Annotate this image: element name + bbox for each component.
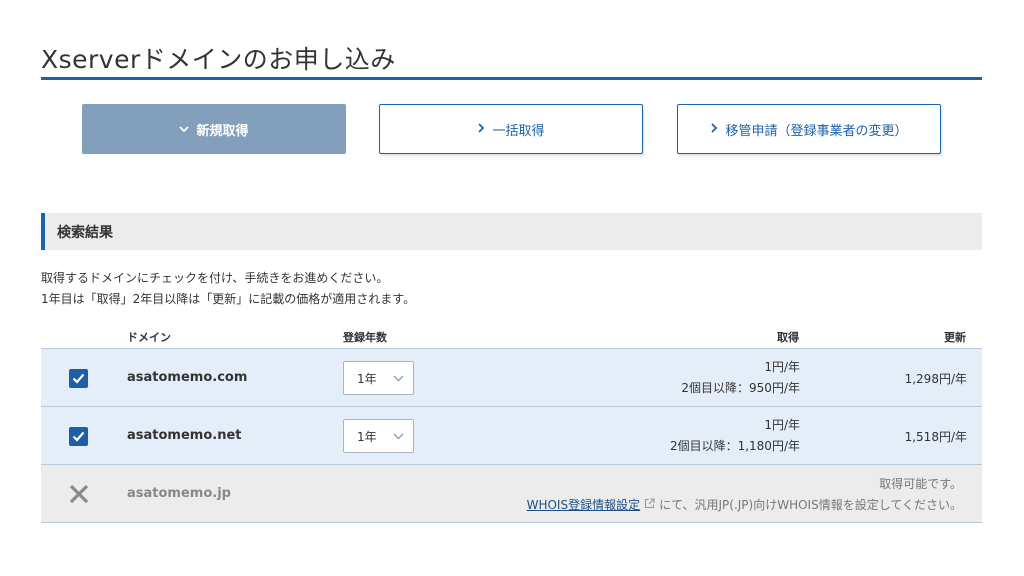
pricing-note: 1年目は「取得」2年目以降は「更新」に記載の価格が適用されます。 [41,292,416,306]
availability-status: 取得可能です。 [879,477,962,491]
search-results-heading: 検索結果 [41,213,982,250]
whois-note: にて、汎用JP(.JP)向けWHOIS情報を設定してください。 [659,498,962,512]
chevron-down-icon [393,375,404,382]
tab-label: 新規取得 [196,123,249,139]
registration-years-select[interactable]: 1年 [343,419,414,453]
chevron-right-icon [477,122,485,136]
acquire-price: 1円/年 [764,360,800,374]
registration-years-select[interactable]: 1年 [343,361,414,395]
chevron-down-icon [179,122,190,136]
checkmark-icon [72,373,85,384]
column-header-renew: 更新 [944,331,966,344]
select-value: 1年 [357,429,377,444]
whois-instruction: WHOIS登録情報設定 にて、汎用JP(.JP)向けWHOIS情報を設定してくだ… [527,496,962,513]
renew-price: 1,298円/年 [904,372,967,386]
column-header-domain: ドメイン [127,331,171,344]
checkmark-icon [72,431,85,442]
tab-label: 一括取得 [492,123,545,139]
table-row: asatomemo.com 1年 1円/年 2個目以降：950円/年 1,298… [41,348,982,407]
acquire-price-cell: 1円/年 2個目以降：950円/年 [681,357,800,399]
tab-transfer-request[interactable]: 移管申請（登録事業者の変更） [677,104,941,154]
tab-new-registration[interactable]: 新規取得 [82,104,346,154]
table-row: asatomemo.net 1年 1円/年 2個目以降：1,180円/年 1,5… [41,407,982,465]
acquire-price: 1円/年 [764,418,800,432]
domain-name: asatomemo.com [127,370,248,385]
column-header-acquire: 取得 [777,331,799,344]
domain-checkbox[interactable] [69,427,88,446]
close-icon [69,484,89,504]
column-header-years: 登録年数 [343,331,387,344]
chevron-down-icon [393,433,404,440]
tab-bulk-registration[interactable]: 一括取得 [379,104,643,154]
domain-checkbox[interactable] [69,369,88,388]
domain-name: asatomemo.net [127,428,242,443]
external-link-icon [644,497,655,512]
renew-price: 1,518円/年 [904,430,967,444]
page-title: Xserverドメインのお申し込み [41,45,396,74]
acquire-additional-price: 2個目以降：950円/年 [681,381,800,395]
select-value: 1年 [357,371,377,386]
tab-label: 移管申請（登録事業者の変更） [725,123,908,139]
chevron-right-icon [710,122,718,136]
whois-settings-link[interactable]: WHOIS登録情報設定 [527,496,641,513]
instruction-text: 取得するドメインにチェックを付け、手続きをお進めください。 [41,271,389,285]
table-row: asatomemo.jp 取得可能です。 WHOIS登録情報設定 にて、汎用JP… [41,465,982,523]
acquire-price-cell: 1円/年 2個目以降：1,180円/年 [670,415,800,457]
acquire-additional-price: 2個目以降：1,180円/年 [669,439,800,453]
title-underline [41,77,982,80]
domain-name: asatomemo.jp [127,486,231,501]
